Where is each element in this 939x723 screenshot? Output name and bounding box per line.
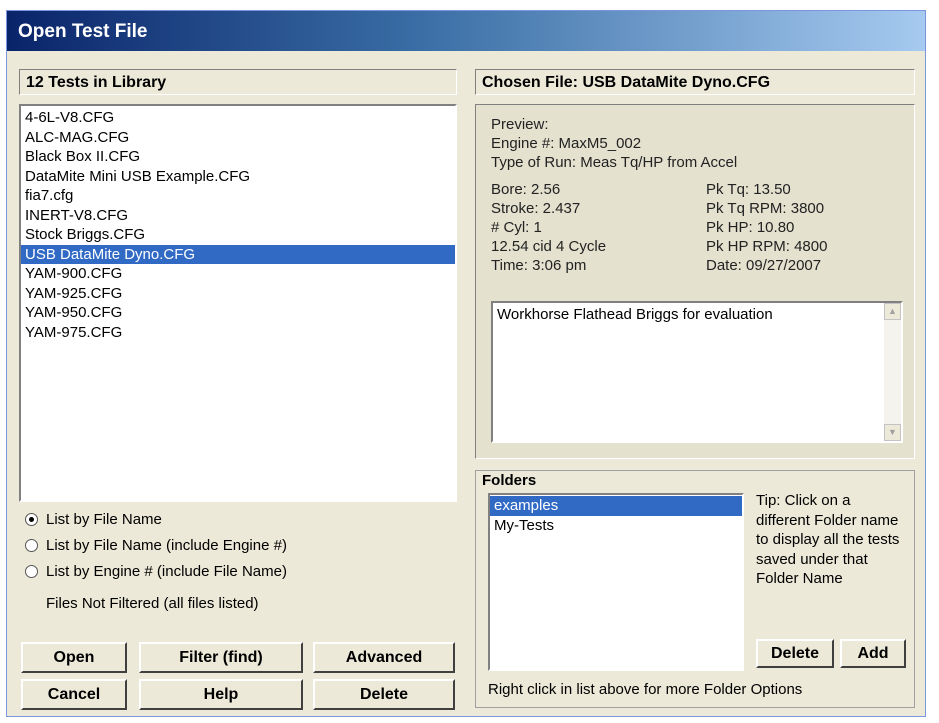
file-list-item[interactable]: INERT-V8.CFG: [21, 206, 455, 226]
file-list-item[interactable]: YAM-950.CFG: [21, 303, 455, 323]
open-test-file-dialog: Open Test File 12 Tests in Library 4-6L-…: [6, 10, 926, 717]
cylinder-count: # Cyl: 1: [491, 219, 542, 236]
open-button[interactable]: Open: [21, 642, 127, 673]
file-list[interactable]: 4-6L-V8.CFG ALC-MAG.CFG Black Box II.CFG Da…: [21, 106, 455, 342]
scroll-up-icon[interactable]: ▲: [884, 303, 901, 320]
radio-button-icon[interactable]: [25, 565, 38, 578]
title-bar: Open Test File: [7, 11, 925, 51]
file-list-item[interactable]: 4-6L-V8.CFG: [21, 108, 455, 128]
folder-list-box[interactable]: examples My-Tests: [488, 493, 744, 671]
file-list-item[interactable]: YAM-900.CFG: [21, 264, 455, 284]
cancel-button[interactable]: Cancel: [21, 679, 127, 710]
file-list-item[interactable]: YAM-925.CFG: [21, 284, 455, 304]
radio-label: List by File Name: [46, 511, 162, 528]
file-list-box[interactable]: 4-6L-V8.CFG ALC-MAG.CFG Black Box II.CFG Da…: [19, 104, 457, 502]
notes-textarea[interactable]: Workhorse Flathead Briggs for evaluation…: [491, 301, 903, 443]
delete-button[interactable]: Delete: [313, 679, 455, 710]
file-list-item[interactable]: Stock Briggs.CFG: [21, 225, 455, 245]
library-header: 12 Tests in Library: [19, 69, 457, 95]
radio-button-icon[interactable]: [25, 513, 38, 526]
preview-panel: Preview: Engine #: MaxM5_002 Type of Run…: [475, 104, 915, 459]
folder-tip: Tip: Click on a different Folder name to…: [756, 492, 900, 587]
run-time: Time: 3:06 pm: [491, 257, 587, 274]
radio-list-by-file-name-engine[interactable]: List by File Name (include Engine #): [25, 537, 287, 554]
peak-torque: Pk Tq: 13.50: [706, 181, 791, 198]
file-list-item[interactable]: ALC-MAG.CFG: [21, 128, 455, 148]
peak-hp: Pk HP: 10.80: [706, 219, 795, 236]
delete-folder-button[interactable]: Delete: [756, 639, 834, 668]
file-list-item[interactable]: Black Box II.CFG: [21, 147, 455, 167]
radio-label: List by File Name (include Engine #): [46, 537, 287, 554]
folder-options-hint: Right click in list above for more Folde…: [488, 681, 803, 698]
scroll-down-icon[interactable]: ▼: [884, 424, 901, 441]
library-count-label: 12 Tests in Library: [26, 74, 167, 91]
peak-torque-rpm: Pk Tq RPM: 3800: [706, 200, 825, 217]
file-list-item[interactable]: USB DataMite Dyno.CFG: [21, 244, 455, 264]
filter-status: Files Not Filtered (all files listed): [46, 595, 259, 612]
folders-label: Folders: [482, 472, 537, 489]
notes-scrollbar[interactable]: ▲ ▼: [884, 303, 901, 441]
radio-button-icon[interactable]: [25, 539, 38, 552]
stroke-value: Stroke: 2.437: [491, 200, 581, 217]
help-button[interactable]: Help: [139, 679, 303, 710]
preview-label: Preview:: [491, 116, 549, 133]
window-title: Open Test File: [18, 21, 148, 42]
filter-find-button[interactable]: Filter (find): [139, 642, 303, 673]
folders-group: Folders examples My-Tests Tip: Click on a…: [475, 470, 915, 708]
notes-text: Workhorse Flathead Briggs for evaluation: [497, 306, 773, 323]
file-list-item[interactable]: DataMite Mini USB Example.CFG: [21, 167, 455, 187]
bore-value: Bore: 2.56: [491, 181, 561, 198]
file-list-item[interactable]: YAM-975.CFG: [21, 323, 455, 343]
add-folder-button[interactable]: Add: [840, 639, 906, 668]
run-date: Date: 09/27/2007: [706, 257, 822, 274]
advanced-button[interactable]: Advanced: [313, 642, 455, 673]
chosen-file-label: Chosen File: USB DataMite Dyno.CFG: [482, 74, 771, 91]
folder-list-item[interactable]: examples: [490, 496, 742, 516]
folder-list-item[interactable]: My-Tests: [490, 516, 742, 536]
radio-list-by-engine[interactable]: List by Engine # (include File Name): [25, 563, 287, 580]
chosen-file-header: Chosen File: USB DataMite Dyno.CFG: [475, 69, 915, 95]
radio-list-by-file-name[interactable]: List by File Name: [25, 511, 162, 528]
engine-number: Engine #: MaxM5_002: [491, 135, 642, 152]
file-list-item[interactable]: fia7.cfg: [21, 186, 455, 206]
radio-label: List by Engine # (include File Name): [46, 563, 287, 580]
folder-list[interactable]: examples My-Tests: [490, 495, 742, 535]
displacement-value: 12.54 cid 4 Cycle: [491, 238, 607, 255]
peak-hp-rpm: Pk HP RPM: 4800: [706, 238, 828, 255]
run-type: Type of Run: Meas Tq/HP from Accel: [491, 154, 738, 171]
